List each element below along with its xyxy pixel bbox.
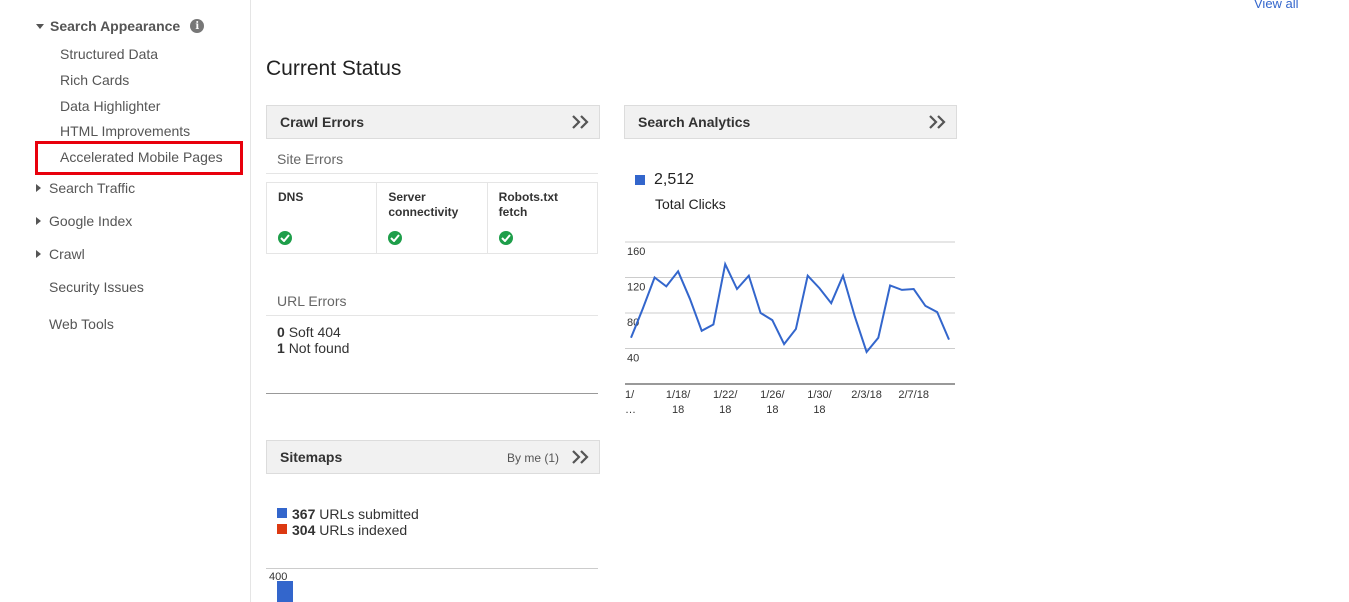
check-icon [278, 231, 292, 245]
sidebar-item-label: Search Traffic [49, 180, 136, 196]
y-tick-label: 120 [627, 282, 645, 294]
search-analytics-chart[interactable]: 16012080401/…1/18/181/22/181/26/181/30/1… [623, 230, 959, 425]
site-error-dns[interactable]: DNS [267, 183, 378, 253]
divider [266, 315, 598, 316]
sidebar-item-crawl[interactable]: Crawl [36, 246, 85, 262]
url-error-soft-404[interactable]: 0 Soft 404 [277, 324, 341, 340]
sidebar-item-web-tools[interactable]: Web Tools [49, 316, 114, 332]
site-error-robots-fetch[interactable]: Robots.txt fetch [488, 183, 597, 253]
sidebar-item-rich-cards[interactable]: Rich Cards [60, 72, 129, 88]
sidebar-section-search-appearance[interactable]: Search Appearance i [36, 18, 205, 34]
sitemaps-submitted: 367 URLs submitted [292, 506, 419, 522]
sitemaps-header[interactable]: Sitemaps By me (1) [266, 440, 600, 474]
search-analytics-title: Search Analytics [638, 114, 751, 130]
url-error-label: Soft 404 [288, 324, 341, 340]
site-error-label: Robots.txt fetch [498, 190, 558, 219]
double-chevron-icon[interactable] [571, 114, 589, 130]
total-clicks-label: Total Clicks [655, 196, 726, 212]
x-tick-label: 18 [766, 404, 778, 416]
url-error-count: 0 [277, 324, 285, 340]
sidebar-item-label: Crawl [49, 246, 85, 262]
site-errors-label: Site Errors [277, 151, 344, 167]
site-error-label: DNS [278, 190, 304, 204]
site-errors-table: DNS Server connectivity Robots.txt fetch [266, 182, 598, 254]
sidebar-item-data-highlighter[interactable]: Data Highlighter [60, 98, 160, 114]
url-errors-label: URL Errors [277, 293, 347, 309]
highlight-box [35, 141, 243, 175]
y-tick-label: 160 [627, 246, 645, 258]
indexed-label: URLs indexed [319, 522, 408, 538]
sidebar-item-security-issues[interactable]: Security Issues [49, 279, 144, 295]
submitted-label: URLs submitted [319, 506, 419, 522]
x-tick-label: 1/30/ [807, 389, 832, 401]
sitemaps-gridline [266, 568, 598, 569]
site-error-label-2: connectivity [388, 205, 459, 219]
url-error-label: Not found [288, 340, 350, 356]
x-tick-label: 2/3/18 [851, 389, 882, 401]
divider [266, 173, 598, 174]
url-error-not-found[interactable]: 1 Not found [277, 340, 349, 356]
legend-indexed-swatch [277, 524, 287, 534]
caret-right-icon [36, 184, 41, 192]
sitemaps-filter[interactable]: By me (1) [507, 451, 559, 465]
x-tick-label: 1/ [625, 389, 635, 401]
sidebar-section-label: Search Appearance [50, 18, 181, 34]
x-tick-label: 2/7/18 [898, 389, 929, 401]
indexed-count: 304 [292, 522, 316, 538]
check-icon [388, 231, 403, 245]
double-chevron-icon[interactable] [571, 449, 589, 465]
x-tick-label: … [625, 404, 636, 416]
sidebar-item-html-improvements[interactable]: HTML Improvements [60, 123, 190, 139]
x-tick-label: 18 [813, 404, 825, 416]
crawl-errors-title: Crawl Errors [280, 114, 365, 130]
legend-submitted-swatch [277, 508, 287, 518]
divider [266, 393, 598, 394]
x-tick-label: 18 [672, 404, 684, 416]
sitemaps-indexed: 304 URLs indexed [292, 522, 407, 538]
x-tick-label: 1/18/ [666, 389, 691, 401]
sidebar-item-search-traffic[interactable]: Search Traffic [36, 180, 135, 196]
x-tick-label: 18 [719, 404, 731, 416]
y-tick-label: 40 [627, 353, 639, 365]
info-icon[interactable]: i [190, 19, 205, 33]
view-all-link[interactable]: View all [1254, 0, 1299, 11]
url-error-count: 1 [277, 340, 285, 356]
total-clicks-value: 2,512 [654, 171, 695, 188]
caret-right-icon [36, 250, 41, 258]
sidebar-item-structured-data[interactable]: Structured Data [60, 46, 158, 62]
sidebar-item-label: Google Index [49, 213, 133, 229]
clicks-legend-swatch [635, 175, 645, 185]
crawl-errors-header[interactable]: Crawl Errors [266, 105, 600, 139]
caret-down-icon [36, 23, 44, 29]
sidebar: Search Appearance i Structured Data Rich… [0, 0, 251, 602]
double-chevron-icon[interactable] [928, 114, 946, 130]
check-icon [498, 231, 513, 245]
sitemaps-title: Sitemaps [280, 449, 343, 465]
search-analytics-header[interactable]: Search Analytics [624, 105, 957, 139]
x-tick-label: 1/22/ [713, 389, 738, 401]
sidebar-item-google-index[interactable]: Google Index [36, 213, 132, 229]
caret-right-icon [36, 217, 41, 225]
page-title: Current Status [266, 57, 402, 80]
sitemaps-bar-submitted [277, 581, 293, 602]
site-error-server-connectivity[interactable]: Server connectivity [377, 183, 488, 253]
x-tick-label: 1/26/ [760, 389, 785, 401]
site-error-label: Server [388, 190, 426, 204]
submitted-count: 367 [292, 506, 316, 522]
